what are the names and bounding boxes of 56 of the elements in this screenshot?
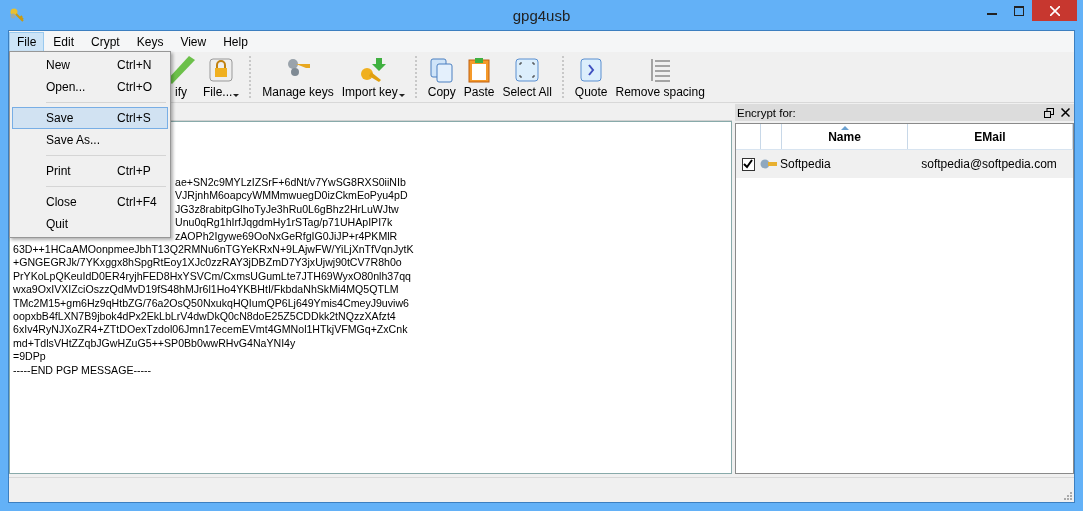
menu-item[interactable]: Edit — [45, 31, 83, 52]
minimize-icon — [986, 13, 997, 15]
key-import-icon — [359, 55, 388, 84]
toolbar-button[interactable]: Quote — [570, 52, 612, 102]
editor-text: +GNGEGRJk/7YKxggx8hSpgRtEoy1XJc0zzRAY3jDBZmD7Y3jxUjwj90tCV7R8h0o — [13, 256, 402, 269]
toolbar-button[interactable]: Manage keys — [258, 52, 338, 102]
editor-text: 6xIv4RyNJXoZR4+ZTtDOexTzdol06Jmn17ecemEVmt4GMNol1HTkjVFMGq+ZxCnk — [13, 323, 408, 336]
column-header[interactable]: EMail — [908, 124, 1073, 149]
editor-text: Unu0qRg1hIrfJqgdmHy1rSTag/p71UHApIPI7k — [175, 216, 393, 229]
key-icon — [760, 158, 778, 170]
editor-text: -----END PGP MESSAGE----- — [13, 363, 152, 376]
close-icon[interactable] — [1061, 108, 1070, 117]
editor-text: VJRjnhM6oapcyWMMmwuegD0izCkmEoPyu4pD — [175, 189, 408, 202]
maximize-icon — [1013, 5, 1024, 16]
float-icon[interactable] — [1044, 107, 1054, 118]
editor-text: oopxbB4fLXN7B9jbok4dPx2EkLbLrV4dwDkQ0cN8doE25Z5CDDkk2tNQzzXAfzt4 — [13, 310, 396, 323]
menu-item[interactable]: Save Ctrl+S — [12, 107, 168, 129]
editor-text: md+TdlsVHtZZqbJGwHZuG5++SP0Bb0wwRHvG4NaYNI4y — [13, 336, 296, 349]
toolbar-button[interactable]: Copy — [423, 52, 460, 102]
sort-arrow-icon — [841, 126, 849, 130]
editor-text: =9DPp — [13, 350, 46, 363]
editor-text: ae+SN2c9MYLzIZSrF+6dNt/v7YwSG8RXS0iiNIb — [175, 176, 406, 188]
text-editor[interactable] — [9, 121, 732, 474]
copy-icon — [427, 55, 456, 84]
padlock-icon — [207, 55, 236, 84]
menu-item[interactable]: View — [172, 31, 215, 52]
select-all-icon — [513, 55, 542, 84]
dock-title: Encrypt for: — [737, 106, 796, 119]
window-title: gpg4usb — [512, 6, 571, 24]
resize-grip-icon[interactable] — [1063, 491, 1072, 500]
menu-item[interactable]: File — [9, 31, 45, 52]
menu-item[interactable]: Print Ctrl+P — [12, 160, 168, 182]
toolbar-button[interactable]: Paste — [459, 52, 499, 102]
menu-item[interactable]: Help — [215, 31, 256, 52]
table-cell: Softpedia — [780, 157, 831, 171]
toolbar-button[interactable]: Select All — [498, 52, 556, 102]
menu-item[interactable]: Close Ctrl+F4 — [12, 191, 168, 213]
toolbar-button[interactable]: Remove spacing — [611, 52, 709, 102]
table-cell: softpedia@softpedia.com — [921, 157, 1057, 171]
editor-text: 63D++1HCaAMOonpmeeJbhT13Q2RMNu6nTGYeKRxN+9LAjwFW/YiLjXnTfVqnJytK — [13, 243, 414, 256]
menu-item[interactable]: Keys — [128, 31, 172, 52]
column-header[interactable]: Name — [782, 124, 908, 149]
editor-text: zAOPh2Igywe69OoNxGeRfgIG0JiJP+r4PKMlR — [175, 229, 398, 242]
checkbox[interactable] — [741, 157, 755, 171]
close-button[interactable] — [1032, 0, 1077, 21]
menu-item[interactable]: Save As... — [12, 129, 168, 151]
editor-text: JG3z8rabitpGlhoTyJe3hRu0L6gBhz2HrLuWJtw — [175, 202, 399, 215]
keys-icon — [9, 7, 25, 23]
toolbar-button[interactable]: File... — [199, 52, 244, 102]
toolbar-button[interactable]: Import key — [337, 52, 409, 102]
editor-text: PrYKoLpQKeuIdD0ER4ryjhFED8HxYSVCm/CxmsUGumLte7JTH69WyxO80nlh37qq — [13, 269, 411, 282]
close-icon — [1049, 5, 1060, 16]
editor-text: wxa9OxIVXIZciOszzQdMvD19fS48hMJr6l1Ho4YKBHtI/FkbdaNhSkMi4MQ5QTLM — [13, 283, 399, 296]
editor-text: TMc2M15+gm6Hz9qHtbZG/76a2OsQ50NxukqHQIumQP6Lj649Ymis4CmeyJ9uviw6 — [13, 296, 409, 309]
menu-item[interactable]: Crypt — [83, 31, 128, 52]
menu-item[interactable]: Quit — [12, 213, 168, 235]
